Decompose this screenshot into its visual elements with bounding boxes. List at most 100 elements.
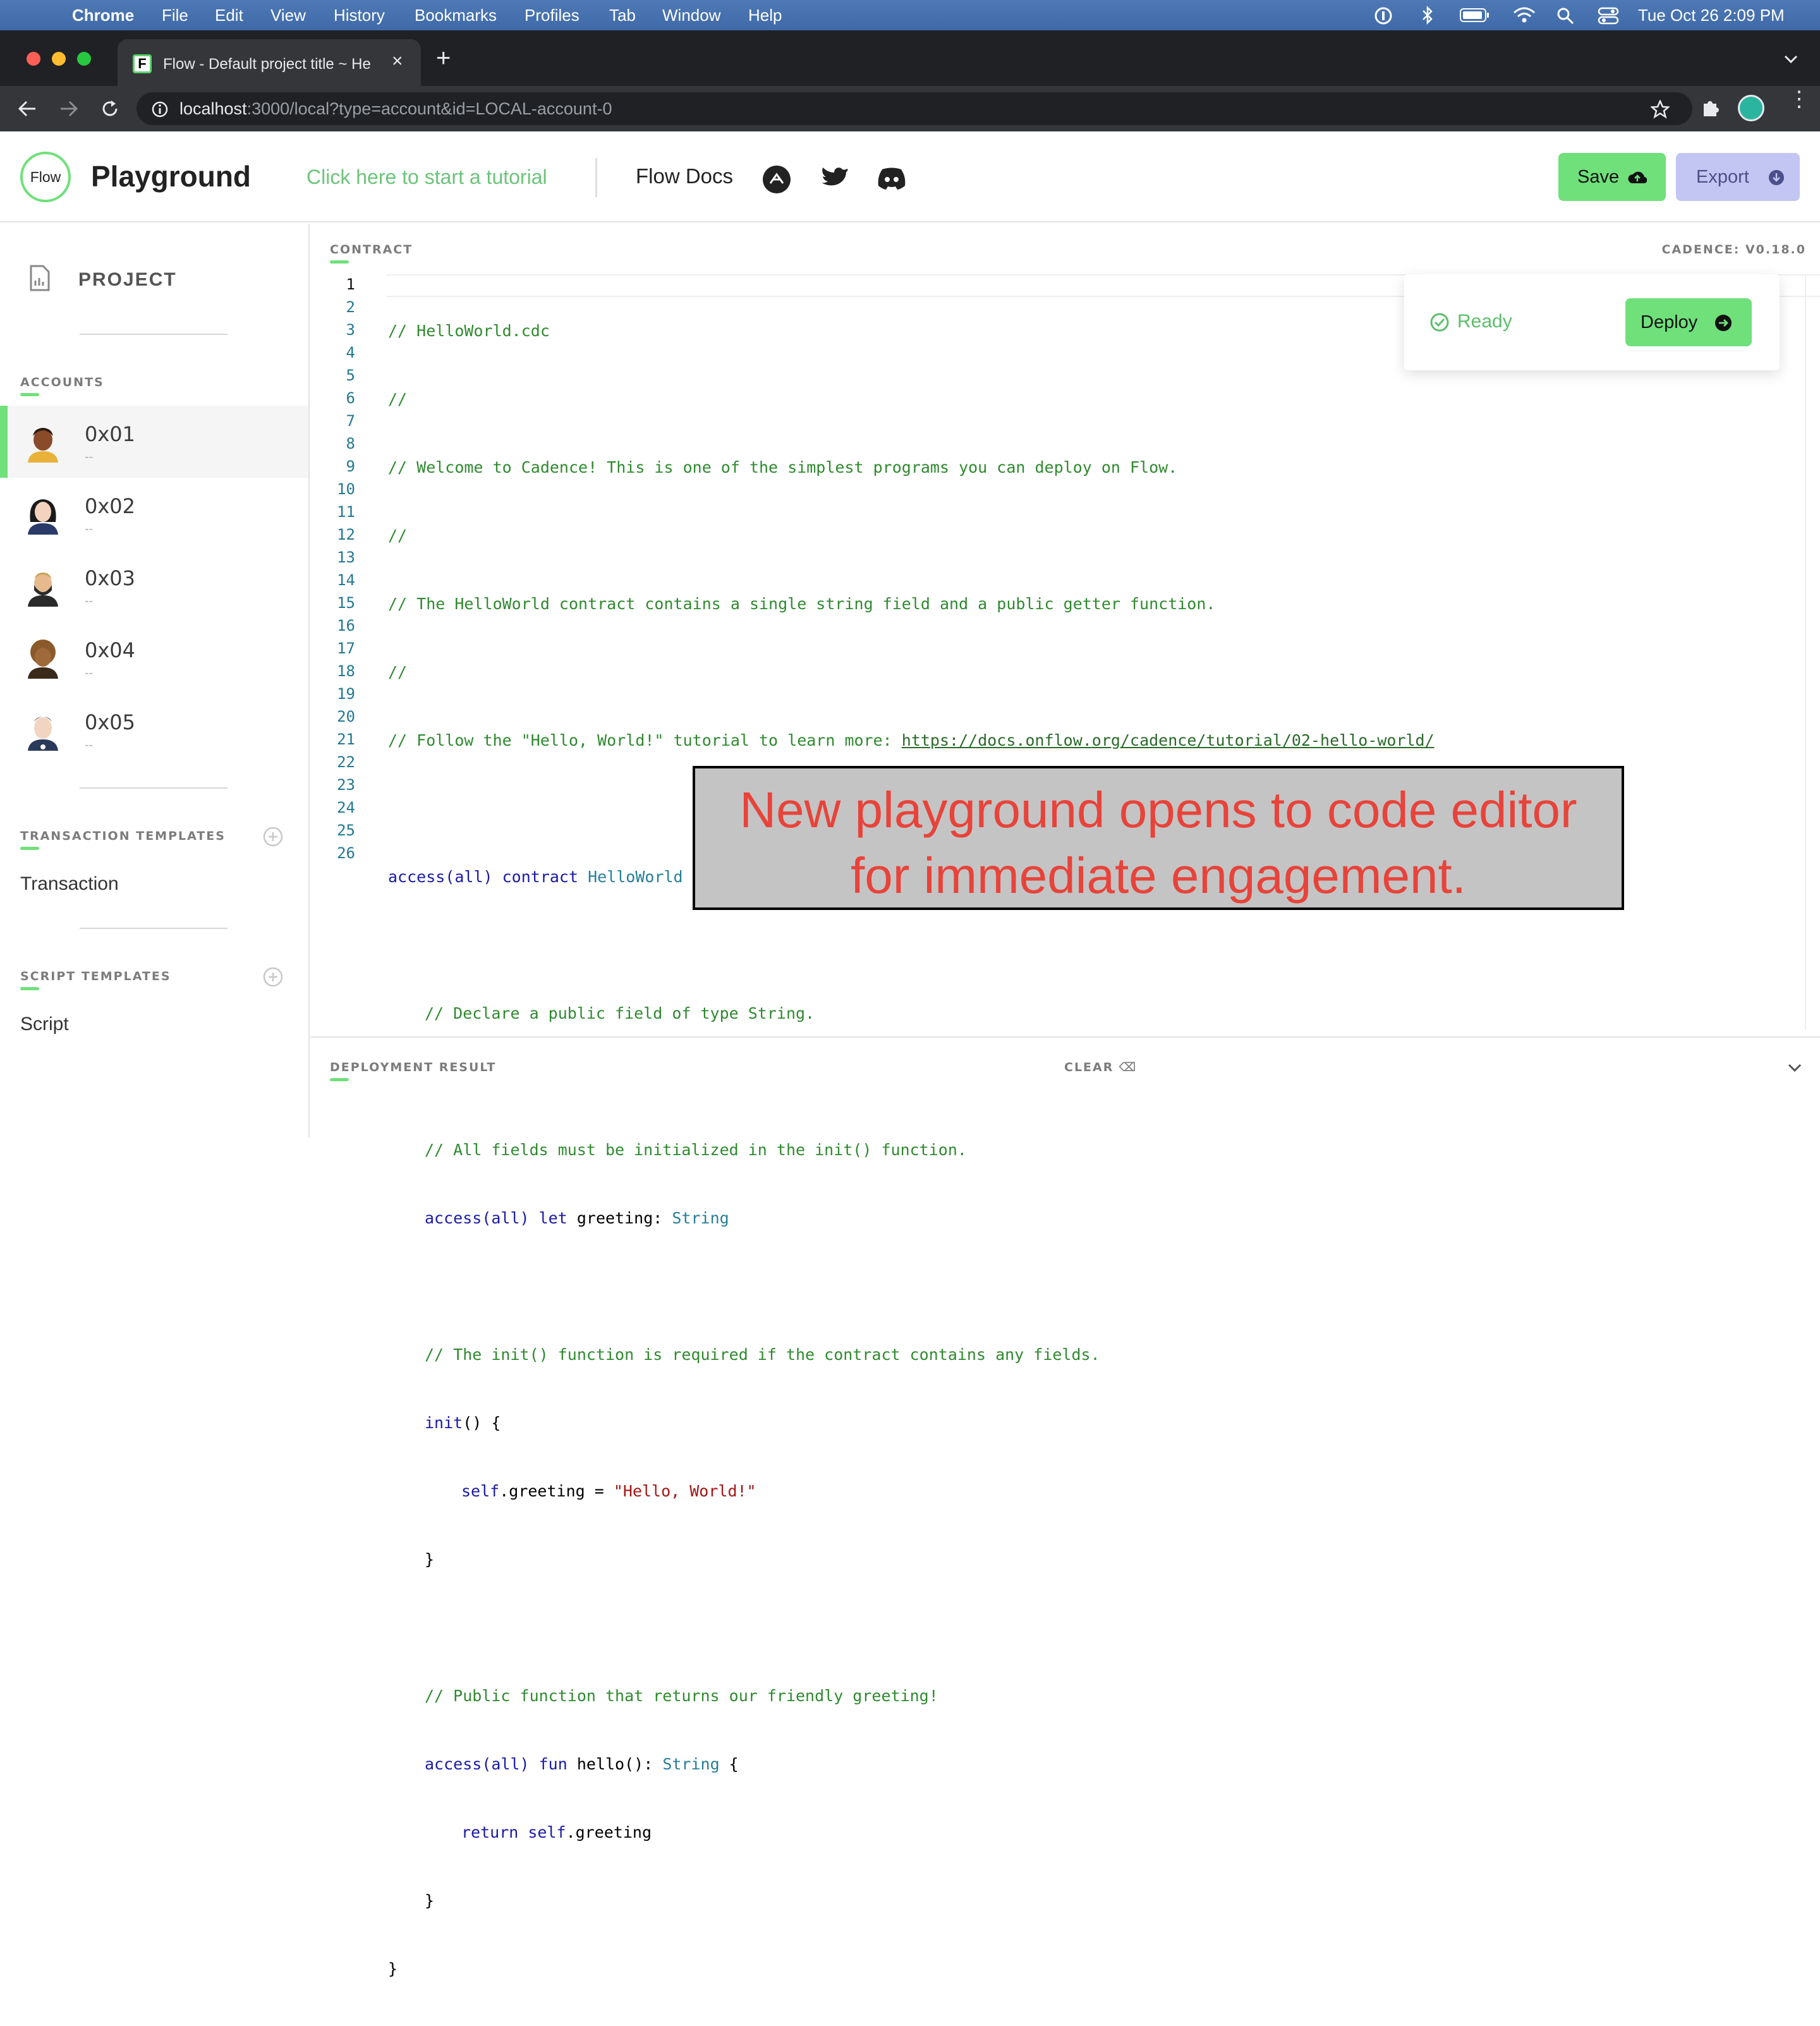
- flow-community-icon[interactable]: [761, 164, 792, 195]
- line-number: 12: [337, 526, 355, 543]
- menu-profiles[interactable]: Profiles: [525, 6, 579, 25]
- battery-icon[interactable]: [1460, 8, 1490, 23]
- line-number: 21: [337, 731, 355, 748]
- flow-logo[interactable]: Flow: [20, 152, 71, 202]
- code-editor-panel: CONTRACT CADENCE: V0.18.0 1 2 3 4 5 6 7 …: [311, 224, 1820, 1978]
- account-item-0x03[interactable]: 0x03 --: [0, 550, 308, 622]
- line-number: 2: [346, 298, 355, 316]
- line-number: 14: [337, 571, 355, 589]
- transaction-template-item[interactable]: Transaction: [20, 873, 119, 895]
- avatar-0x01: [28, 428, 58, 463]
- save-label: Save: [1577, 167, 1620, 187]
- password-manager-icon[interactable]: [1374, 6, 1393, 25]
- window-close-button[interactable]: [27, 52, 40, 66]
- line-number: 16: [337, 617, 355, 634]
- collapse-chevron-icon[interactable]: [1787, 1063, 1802, 1073]
- wifi-icon[interactable]: [1513, 6, 1536, 24]
- window-minimize-button[interactable]: [52, 52, 66, 66]
- account-name: 0x02: [85, 494, 136, 518]
- code-line: init() {: [425, 1414, 501, 1432]
- bluetooth-icon[interactable]: [1421, 5, 1435, 25]
- project-label[interactable]: PROJECT: [78, 269, 177, 291]
- menu-history[interactable]: History: [334, 6, 385, 25]
- accent-underline: [330, 1078, 349, 1081]
- menu-bookmarks[interactable]: Bookmarks: [415, 6, 497, 25]
- line-number: 13: [337, 549, 355, 566]
- code-line: //: [388, 663, 408, 681]
- clear-button[interactable]: CLEAR ⌫: [1064, 1060, 1137, 1074]
- site-info-icon[interactable]: [152, 101, 168, 118]
- menubar-clock[interactable]: Tue Oct 26 2:09 PM: [1638, 6, 1785, 25]
- check-circle-icon: [1430, 313, 1449, 332]
- tab-search-chevron-icon[interactable]: [1783, 54, 1799, 64]
- caption-text: New playground opens to code editor for …: [695, 777, 1622, 909]
- menu-window[interactable]: Window: [662, 6, 720, 25]
- script-templates-label: SCRIPT TEMPLATES: [20, 969, 171, 983]
- line-number-gutter: 1 2 3 4 5 6 7 8 9 10 11 12 13 14 15 16 1…: [311, 224, 387, 1038]
- menu-help[interactable]: Help: [748, 6, 782, 25]
- add-script-icon[interactable]: [263, 967, 283, 987]
- menu-edit[interactable]: Edit: [215, 6, 243, 25]
- forward-arrow-icon[interactable]: [59, 100, 78, 118]
- profile-avatar[interactable]: [1738, 95, 1764, 121]
- arrow-right-circle-icon: [1715, 315, 1732, 331]
- line-number: 3: [346, 321, 355, 339]
- discord-icon[interactable]: [877, 167, 906, 190]
- line-number: 24: [337, 799, 355, 816]
- account-item-0x02[interactable]: 0x02 --: [0, 478, 308, 550]
- code-line: access(all) fun hello(): String {: [425, 1755, 739, 1773]
- menu-app-name[interactable]: Chrome: [72, 6, 134, 25]
- flow-docs-link[interactable]: Flow Docs: [636, 164, 733, 188]
- line-number: 23: [337, 776, 355, 794]
- account-item-0x05[interactable]: 0x05 --: [0, 694, 308, 766]
- code-line: //: [388, 390, 408, 408]
- menu-view[interactable]: View: [270, 6, 306, 25]
- export-button[interactable]: Export: [1676, 153, 1800, 201]
- divider: [80, 787, 228, 789]
- back-arrow-icon[interactable]: [18, 100, 37, 118]
- deployment-result-panel: DEPLOYMENT RESULT CLEAR ⌫: [311, 1036, 1820, 1137]
- control-center-icon[interactable]: [1598, 6, 1619, 25]
- caption-line: New playground opens to code editor: [739, 782, 1577, 838]
- transaction-templates-label: TRANSACTION TEMPLATES: [20, 829, 226, 843]
- line-number: 5: [346, 367, 355, 384]
- project-file-icon: [30, 265, 50, 291]
- extensions-puzzle-icon[interactable]: [1700, 97, 1721, 119]
- tab-close-icon[interactable]: ×: [392, 51, 403, 72]
- address-bar[interactable]: localhost:3000/local?type=account&id=LOC…: [136, 92, 1692, 125]
- tutorial-url-link[interactable]: https://docs.onflow.org/cadence/tutorial…: [902, 731, 1435, 749]
- code-line: // The init() function is required if th…: [425, 1345, 1100, 1364]
- active-indicator: [0, 406, 8, 478]
- reload-icon[interactable]: [100, 99, 120, 119]
- url-text[interactable]: localhost:3000/local?type=account&id=LOC…: [179, 99, 612, 119]
- browser-tab-active[interactable]: F Flow - Default project title ~ Hello ×: [118, 39, 421, 86]
- code-line: self.greeting = "Hello, World!": [461, 1482, 756, 1500]
- account-item-0x01[interactable]: 0x01 --: [0, 406, 308, 478]
- add-transaction-icon[interactable]: [263, 827, 283, 847]
- window-maximize-button[interactable]: [77, 52, 91, 66]
- editor-scrollbar[interactable]: [1805, 274, 1820, 1030]
- new-tab-icon[interactable]: +: [436, 44, 451, 73]
- deploy-button[interactable]: Deploy: [1625, 298, 1752, 346]
- code-line: // Declare a public field of type String…: [425, 1004, 815, 1022]
- twitter-icon[interactable]: [821, 166, 849, 190]
- line-number: 15: [337, 594, 355, 612]
- accounts-label: ACCOUNTS: [20, 375, 104, 389]
- chrome-menu-icon[interactable]: ⋮: [1788, 88, 1810, 110]
- tab-title: Flow - Default project title ~ Hello: [163, 56, 372, 73]
- bookmark-star-icon[interactable]: [1651, 100, 1670, 119]
- avatar-0x04: [28, 640, 58, 679]
- tutorial-link[interactable]: Click here to start a tutorial: [306, 166, 547, 189]
- account-sub: --: [85, 450, 94, 464]
- spotlight-search-icon[interactable]: [1556, 6, 1575, 25]
- account-name: 0x01: [85, 422, 136, 446]
- menu-file[interactable]: File: [162, 6, 188, 25]
- save-button[interactable]: Save: [1558, 153, 1666, 201]
- line-number: 8: [346, 435, 355, 452]
- menu-tab[interactable]: Tab: [609, 6, 636, 25]
- script-template-item[interactable]: Script: [20, 1014, 69, 1035]
- account-item-0x04[interactable]: 0x04 --: [0, 622, 308, 694]
